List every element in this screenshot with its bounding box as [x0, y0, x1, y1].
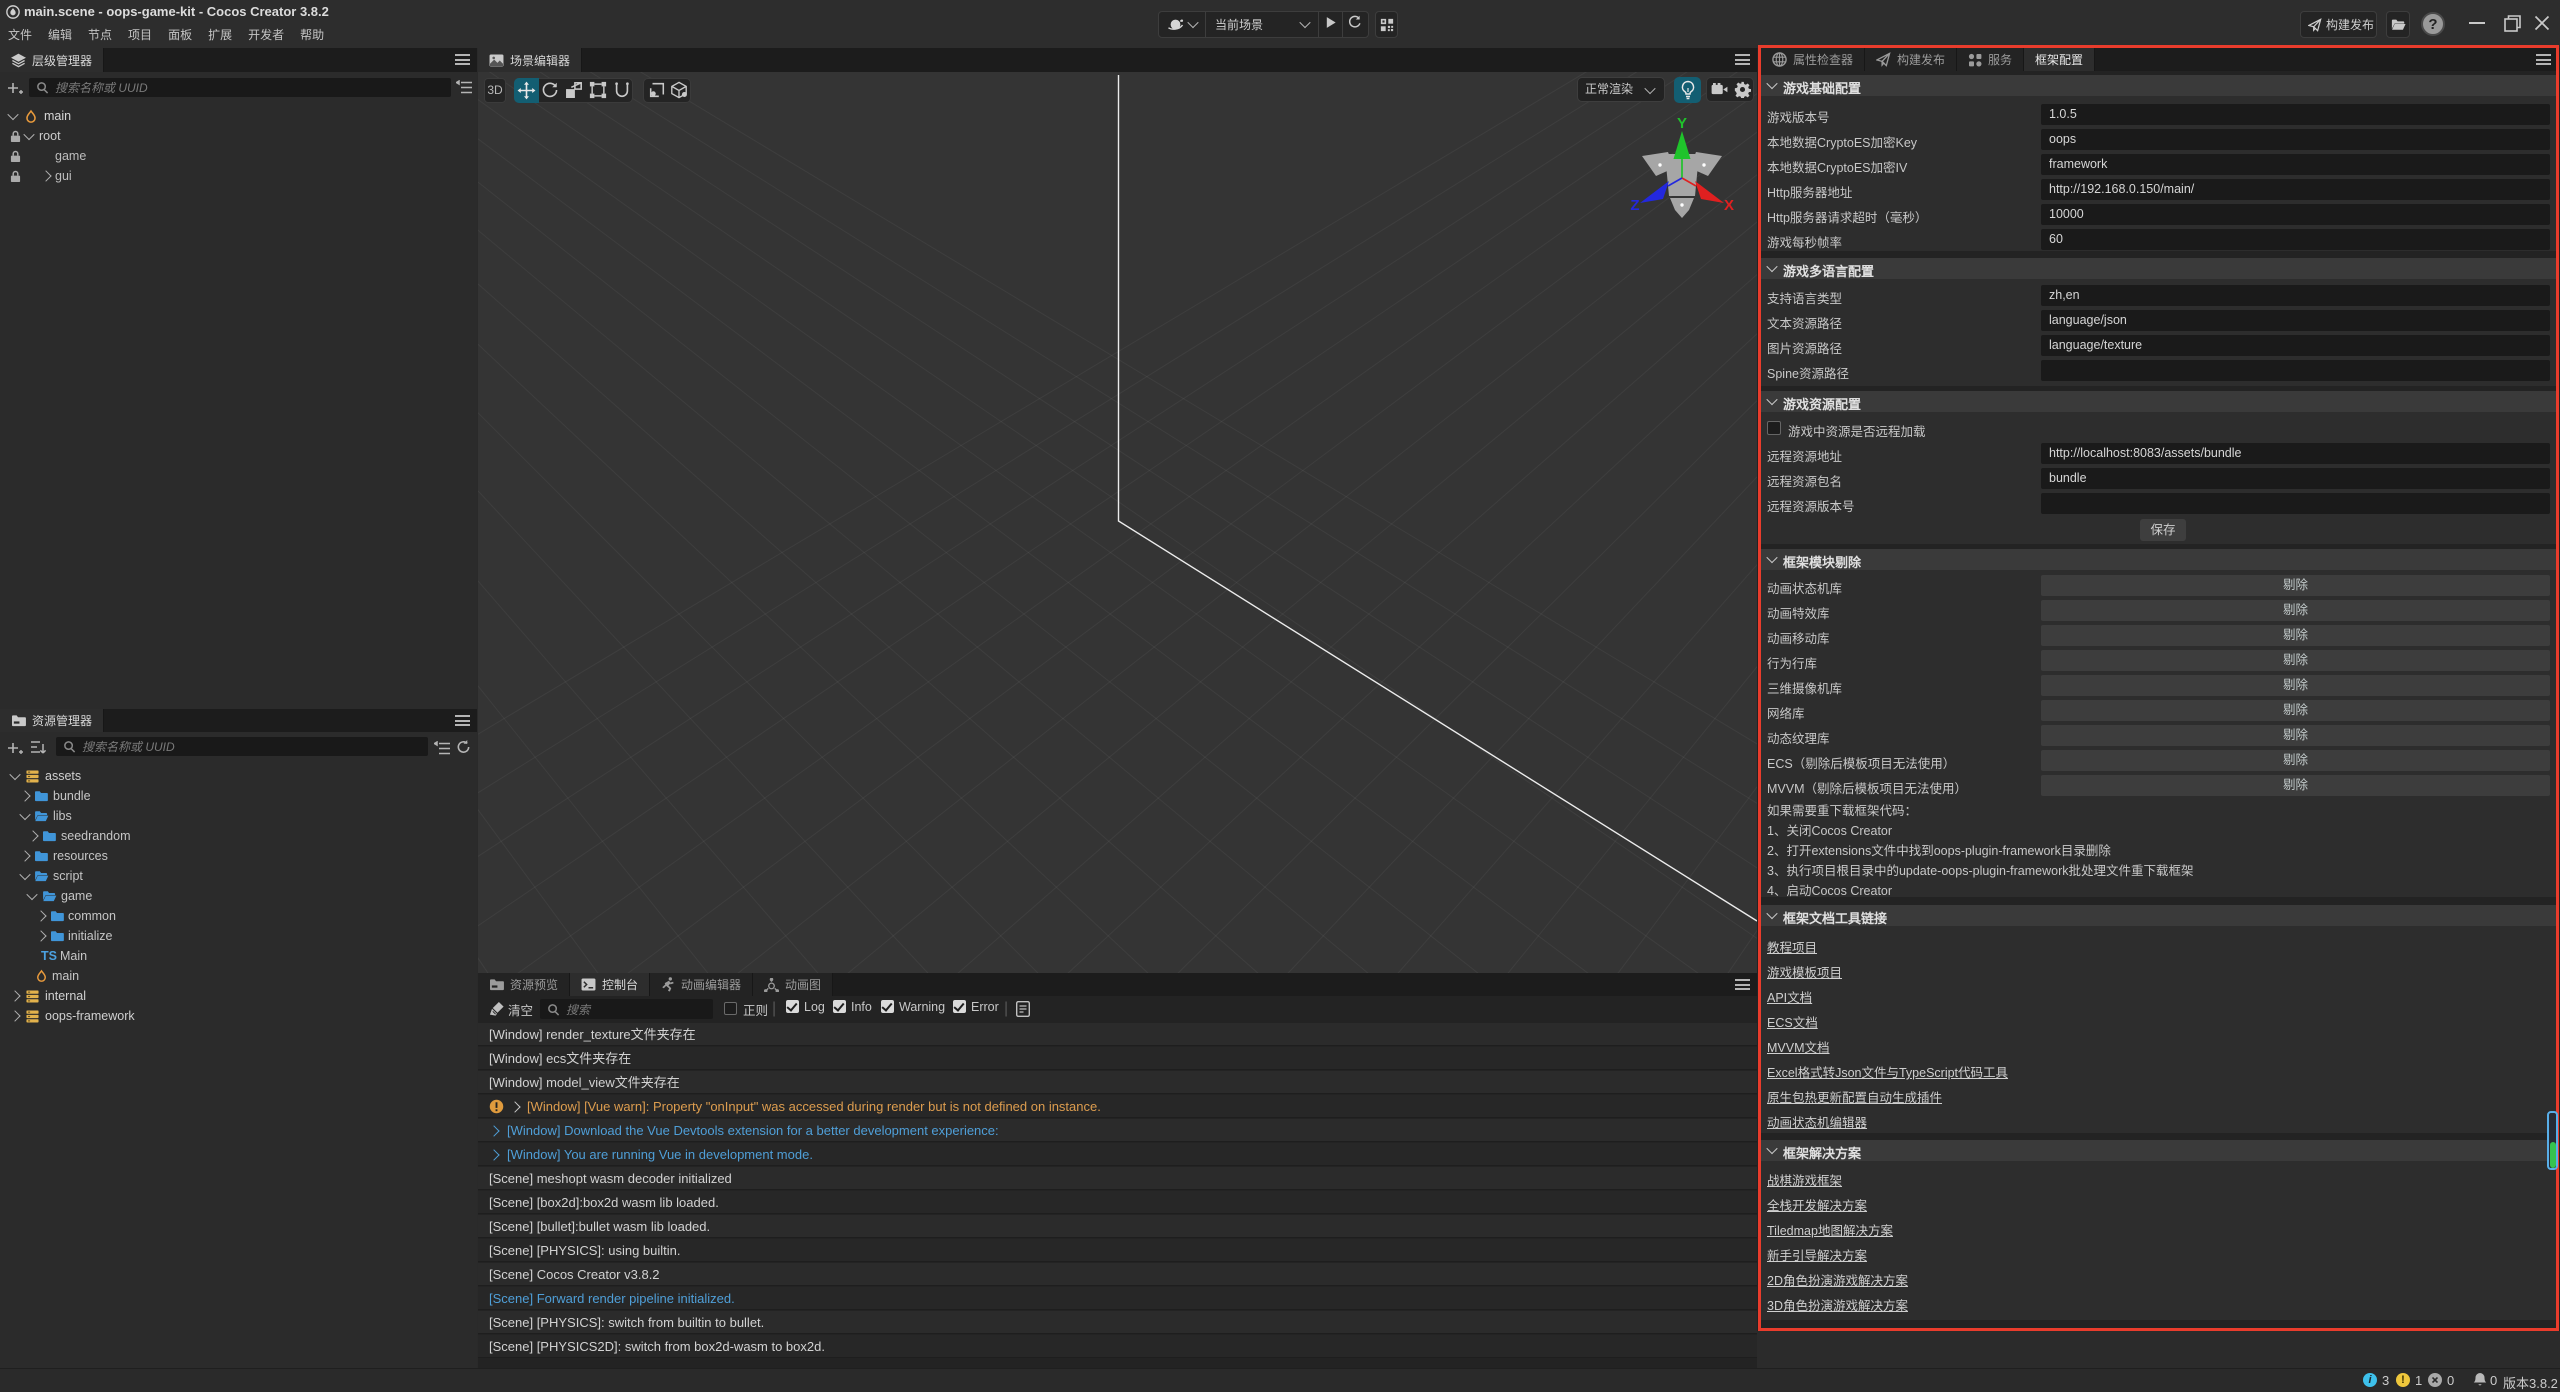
svg-text:Z: Z [1630, 197, 1639, 214]
svg-text:X: X [1724, 197, 1734, 214]
svg-text:Y: Y [1677, 115, 1687, 132]
